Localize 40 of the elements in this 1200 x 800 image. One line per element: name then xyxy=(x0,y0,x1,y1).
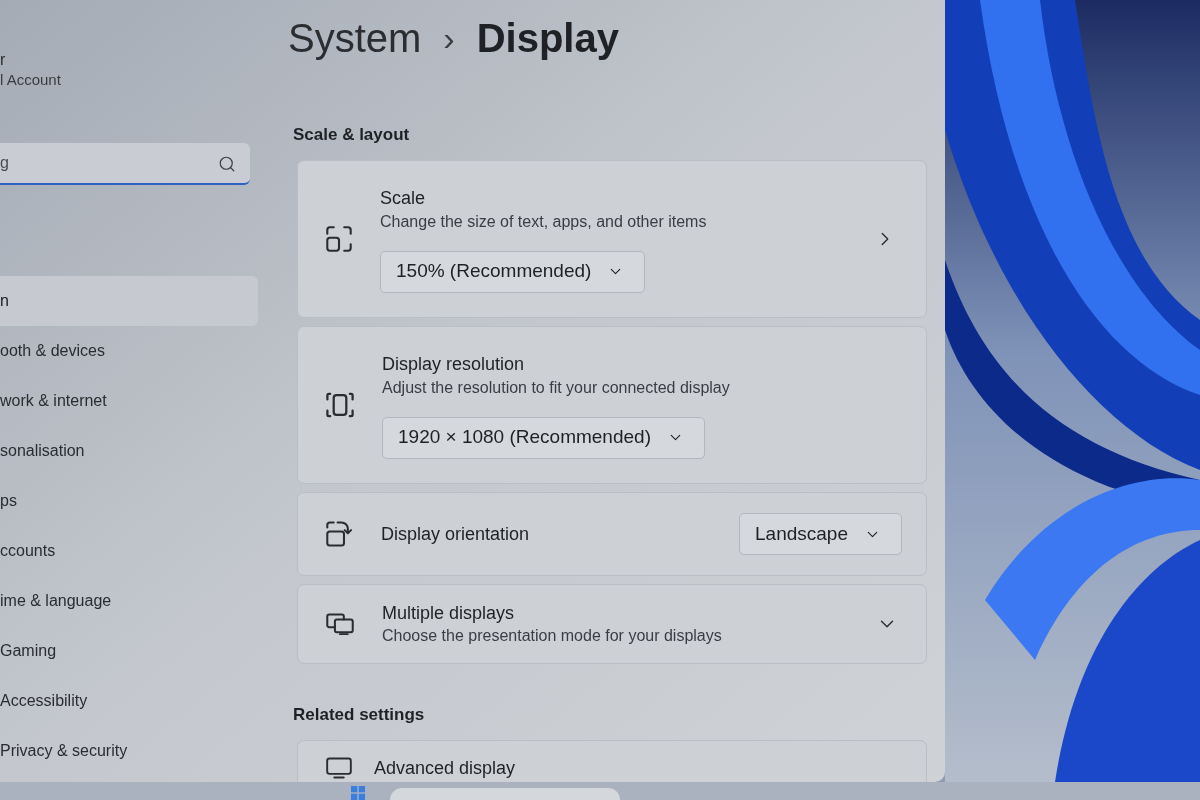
card-title: Advanced display xyxy=(374,757,516,779)
monitor-icon xyxy=(326,757,352,779)
value-dropdown[interactable]: 1920 × 1080 (Recommended) xyxy=(382,416,705,459)
setting-card[interactable]: Multiple displays Choose the presentation mode for your displays xyxy=(297,584,927,664)
nav-item[interactable]: Gaming xyxy=(0,626,258,676)
breadcrumb-separator: › xyxy=(443,18,455,59)
resize-frame-icon xyxy=(326,226,352,252)
setting-card[interactable]: Advanced display xyxy=(297,740,927,782)
card-subtitle: Change the size of text, apps, and other items xyxy=(380,211,707,232)
card-title: Multiple displays xyxy=(382,602,516,625)
start-icon[interactable] xyxy=(348,786,368,800)
card-subtitle: Choose the presentation mode for your displays xyxy=(382,626,722,646)
account-type: l Account xyxy=(0,70,62,90)
value-dropdown[interactable]: 150% (Recommended) xyxy=(380,250,646,293)
nav-item[interactable]: ooth & devices xyxy=(0,326,258,376)
account-name: r xyxy=(0,50,7,70)
card-title: Display resolution xyxy=(382,352,526,376)
nav-item[interactable]: ps xyxy=(0,476,258,526)
search-icon xyxy=(218,155,236,173)
breadcrumb-parent[interactable]: System xyxy=(288,14,422,62)
nav-item[interactable]: work & internet xyxy=(0,376,258,426)
taskbar-search-field[interactable] xyxy=(390,788,620,800)
two-monitors-icon xyxy=(326,613,354,635)
nav-item[interactable]: ccounts xyxy=(0,526,258,576)
rotate-screen-icon xyxy=(326,521,353,547)
nav-item[interactable]: sonalisation xyxy=(0,426,258,476)
nav-item[interactable]: Privacy & security xyxy=(0,726,258,776)
section-heading: Scale & layout xyxy=(293,124,411,146)
nav-item[interactable]: n xyxy=(0,276,258,326)
nav-item[interactable]: Accessibility xyxy=(0,676,258,726)
card-title: Scale xyxy=(380,186,427,210)
card-subtitle: Adjust the resolution to fit your connected display xyxy=(382,377,730,398)
setting-card[interactable]: Scale Change the size of text, apps, and other items 150% (Recommended) xyxy=(297,160,927,318)
search-field[interactable]: g xyxy=(0,143,250,185)
section-heading: Related settings xyxy=(293,704,426,726)
card-title: Display orientation xyxy=(381,523,530,546)
value-dropdown[interactable]: Landscape xyxy=(739,513,902,555)
nav-item[interactable]: ime & language xyxy=(0,576,258,626)
page-title: Display xyxy=(476,15,619,62)
screen-frame-icon xyxy=(326,392,354,418)
